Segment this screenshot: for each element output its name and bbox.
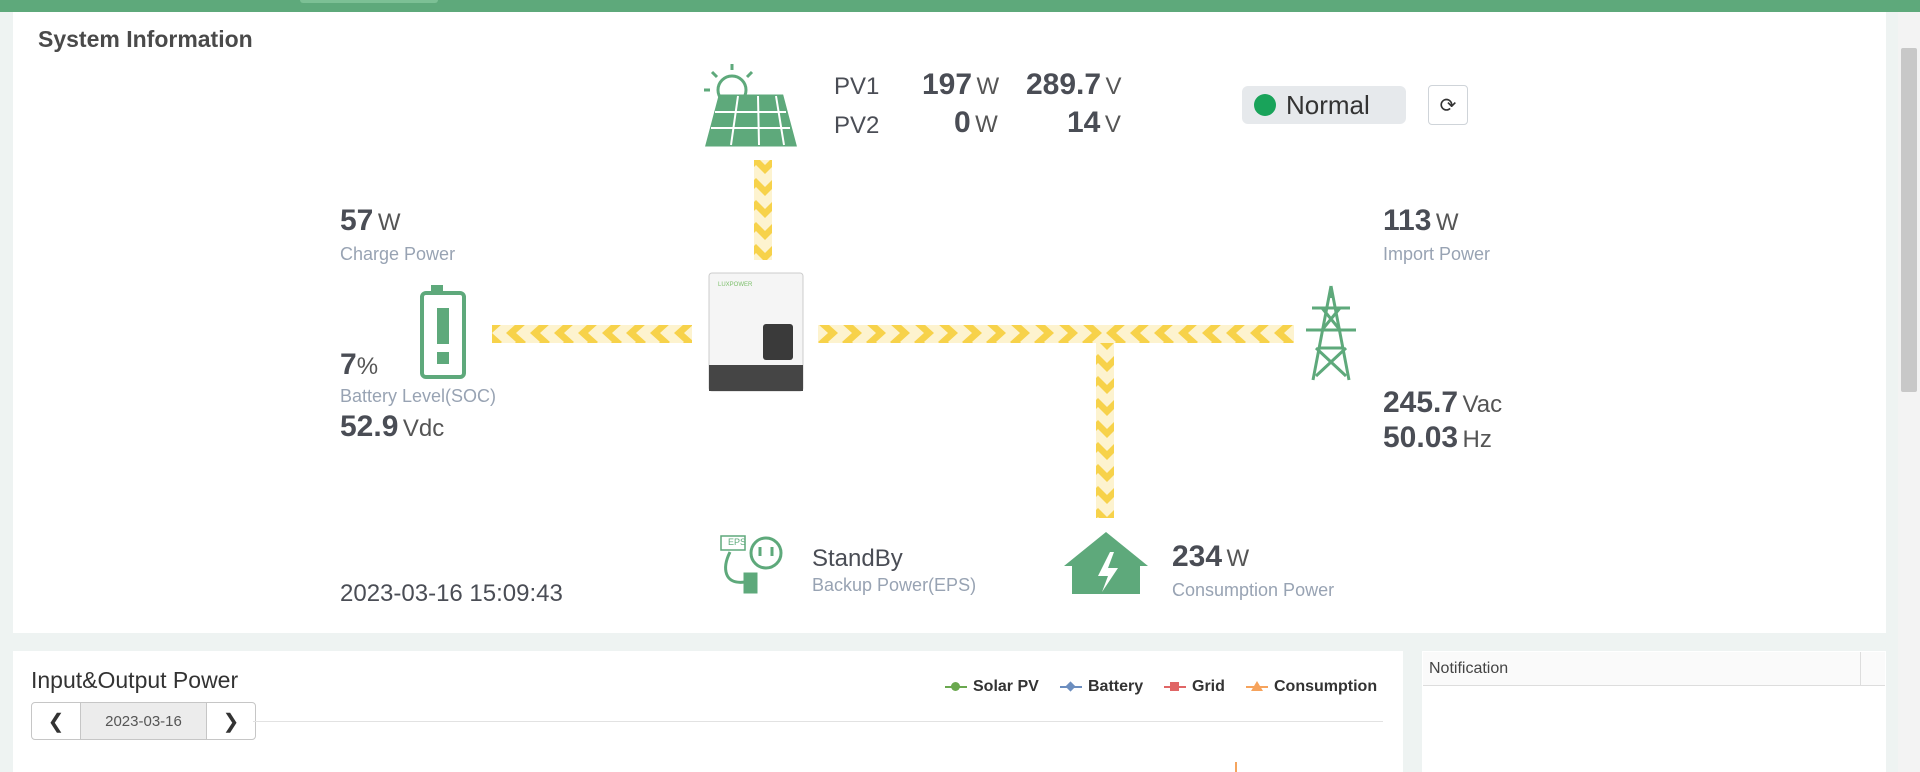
pv-flow-arrows	[754, 160, 772, 260]
home-icon	[1064, 532, 1148, 594]
battery-marker-icon	[1060, 679, 1082, 695]
pv2-power: 0 W	[954, 106, 998, 139]
date-navigator: ❮ 2023-03-16 ❯	[31, 702, 256, 740]
legend-grid[interactable]: Grid	[1164, 678, 1225, 696]
legend-consumption[interactable]: Consumption	[1246, 678, 1377, 696]
legend-battery[interactable]: Battery	[1060, 678, 1143, 696]
solar-pv-marker-icon	[945, 679, 967, 695]
battery-flow-arrows	[492, 325, 692, 343]
battery-voltage-value: 52.9 Vdc	[340, 410, 445, 443]
eps-badge-text: EPS	[728, 537, 747, 547]
consumption-power-label: Consumption Power	[1172, 580, 1335, 600]
charge-power-value: 57 W	[340, 204, 401, 237]
pv1-label: PV1	[834, 73, 880, 100]
chart-top-divider	[253, 721, 1383, 722]
import-power-label: Import Power	[1383, 244, 1491, 264]
chevron-right-icon: ❯	[222, 710, 240, 733]
inverter-brand-label: LUXPOWER	[718, 282, 753, 288]
pv2-voltage: 14 V	[1067, 106, 1121, 139]
charge-power-label: Charge Power	[340, 244, 456, 264]
status-dot-icon	[1254, 94, 1276, 116]
io-power-title: Input&Output Power	[31, 667, 239, 693]
eps-status: StandBy	[812, 545, 903, 572]
chevron-left-icon: ❮	[47, 710, 65, 733]
grid-flow-arrows	[818, 325, 1294, 343]
consumption-power-value: 234 W	[1172, 540, 1250, 573]
grid-voltage-value: 245.7 Vac	[1383, 386, 1503, 419]
pv1-power: 197 W	[922, 68, 1000, 101]
pv1-voltage: 289.7 V	[1026, 68, 1122, 101]
grid-tower-icon	[1306, 285, 1356, 381]
last-update-timestamp: 2023-03-16 15:09:43	[340, 580, 563, 607]
refresh-button[interactable]: ⟳	[1428, 85, 1468, 125]
chart-peek-mark	[1235, 762, 1237, 772]
date-display[interactable]: 2023-03-16	[80, 703, 207, 739]
eps-label: Backup Power(EPS)	[812, 575, 977, 595]
battery-soc-label: Battery Level(SOC)	[340, 386, 497, 406]
system-status-badge: Normal	[1242, 86, 1406, 124]
pv2-label: PV2	[834, 112, 880, 139]
import-power-value: 113 W	[1383, 204, 1459, 237]
battery-soc-value: 7%	[340, 348, 379, 381]
grid-marker-icon	[1164, 679, 1186, 695]
next-date-button[interactable]: ❯	[207, 703, 255, 739]
grid-frequency-value: 50.03 Hz	[1383, 421, 1492, 454]
consumption-flow-arrows	[1096, 343, 1114, 518]
solar-panel-icon	[704, 64, 797, 147]
notification-header-divider	[1860, 652, 1861, 685]
system-status-text: Normal	[1286, 89, 1370, 120]
refresh-icon: ⟳	[1439, 94, 1457, 117]
prev-date-button[interactable]: ❮	[32, 703, 80, 739]
notification-title: Notification	[1429, 660, 1509, 677]
battery-icon	[420, 285, 466, 379]
legend-solar-pv[interactable]: Solar PV	[945, 678, 1039, 696]
inverter-icon: LUXPOWER	[708, 272, 804, 392]
consumption-marker-icon	[1246, 679, 1268, 695]
notification-header: Notification	[1423, 652, 1885, 686]
